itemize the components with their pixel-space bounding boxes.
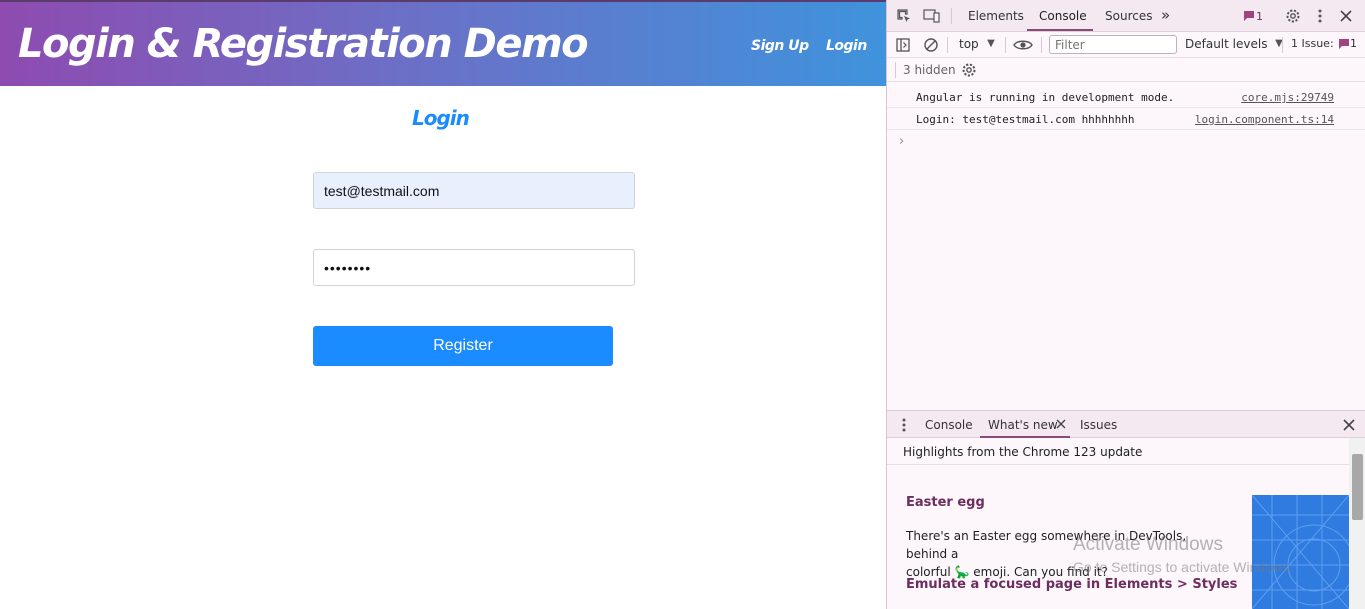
active-tab-indicator bbox=[980, 436, 1070, 438]
drawer-tabbar: Console What's new Issues bbox=[887, 410, 1365, 438]
divider bbox=[887, 464, 1349, 465]
toolbar-separator bbox=[951, 8, 952, 24]
drawer-scrollbar[interactable] bbox=[1349, 438, 1365, 609]
console-source-link[interactable]: core.mjs:29749 bbox=[1241, 91, 1334, 104]
console-message-text: Angular is running in development mode. bbox=[916, 91, 1175, 104]
console-toolbar-row2: 3 hidden bbox=[887, 58, 1365, 82]
console-source-link[interactable]: login.component.ts:14 bbox=[1195, 113, 1334, 126]
live-expression-eye-icon[interactable] bbox=[1013, 37, 1033, 53]
more-tabs-button[interactable]: » bbox=[1161, 6, 1170, 24]
issues-message-icon[interactable] bbox=[1241, 9, 1257, 25]
log-levels-dropdown[interactable]: Default levels bbox=[1185, 37, 1267, 51]
close-tab-icon[interactable] bbox=[1053, 417, 1069, 433]
issues-toolbar-count: 1 bbox=[1350, 37, 1357, 50]
settings-gear-icon[interactable] bbox=[1285, 8, 1301, 24]
console-settings-gear-icon[interactable] bbox=[961, 62, 977, 78]
issues-label[interactable]: 1 Issue: bbox=[1291, 37, 1334, 50]
console-message: Angular is running in development mode. … bbox=[887, 86, 1365, 108]
password-field[interactable] bbox=[313, 249, 635, 286]
nav-login-link[interactable]: Login bbox=[826, 38, 867, 54]
chevron-down-icon: ▼ bbox=[1275, 38, 1283, 49]
active-tab-indicator bbox=[1027, 29, 1093, 31]
chevron-down-icon: ▼ bbox=[987, 38, 995, 49]
filter-input[interactable] bbox=[1049, 35, 1177, 54]
whats-new-illustration bbox=[1252, 495, 1349, 609]
whats-new-section-title[interactable]: Emulate a focused page in Elements > Sty… bbox=[906, 577, 1237, 592]
console-prompt[interactable]: › bbox=[899, 134, 904, 149]
toolbar-separator bbox=[947, 37, 948, 53]
screen: Login & Registration Demo Sign Up Login … bbox=[0, 0, 1365, 609]
hidden-messages-count: 3 hidden bbox=[903, 63, 956, 77]
drawer-tab-console[interactable]: Console bbox=[925, 418, 973, 432]
toolbar-separator bbox=[1041, 37, 1042, 53]
login-heading: Login bbox=[412, 106, 470, 130]
activation-watermark-subtitle: Go to Settings to activate Windows. bbox=[1073, 559, 1294, 575]
console-message-text: Login: test@testmail.com hhhhhhhh bbox=[916, 113, 1135, 126]
toolbar-separator bbox=[895, 62, 896, 78]
devtools-panel: Elements Console Sources » 1 top ▼ Filte… bbox=[886, 0, 1365, 609]
console-message: Login: test@testmail.com hhhhhhhh login.… bbox=[887, 108, 1365, 130]
more-options-icon[interactable] bbox=[1312, 8, 1328, 24]
console-toolbar: top ▼ Default levels ▼ 1 Issue: 1 bbox=[887, 32, 1365, 58]
drawer-tab-whats-new[interactable]: What's new bbox=[988, 418, 1058, 432]
sidebar-toggle-icon[interactable] bbox=[895, 37, 911, 53]
devtools-tabbar: Elements Console Sources » 1 bbox=[887, 0, 1365, 32]
tab-elements[interactable]: Elements bbox=[968, 9, 1024, 23]
app-page: Login & Registration Demo Sign Up Login … bbox=[0, 0, 886, 609]
device-toolbar-icon[interactable] bbox=[923, 8, 940, 24]
nav-signup-link[interactable]: Sign Up bbox=[751, 38, 809, 54]
issues-badge-count: 1 bbox=[1256, 10, 1263, 23]
close-devtools-icon[interactable] bbox=[1338, 8, 1354, 24]
close-drawer-icon[interactable] bbox=[1341, 417, 1357, 433]
toolbar-separator bbox=[1005, 37, 1006, 53]
activation-watermark-title: Activate Windows bbox=[1073, 534, 1223, 555]
toolbar-separator bbox=[1282, 37, 1283, 53]
tab-sources[interactable]: Sources bbox=[1105, 9, 1152, 23]
drawer-tab-issues[interactable]: Issues bbox=[1080, 418, 1117, 432]
clear-console-icon[interactable] bbox=[923, 37, 939, 53]
drawer-menu-icon[interactable] bbox=[896, 417, 912, 433]
whats-new-highlights: Highlights from the Chrome 123 update bbox=[903, 445, 1143, 459]
scrollbar-thumb[interactable] bbox=[1352, 454, 1363, 520]
context-selector[interactable]: top bbox=[959, 37, 979, 51]
tab-console[interactable]: Console bbox=[1039, 9, 1087, 23]
inspect-element-icon[interactable] bbox=[896, 8, 912, 24]
register-button[interactable]: Register bbox=[313, 326, 613, 366]
app-header: Login & Registration Demo Sign Up Login bbox=[0, 0, 886, 86]
email-field[interactable] bbox=[313, 172, 635, 209]
whats-new-section-title: Easter egg bbox=[906, 495, 985, 510]
app-title: Login & Registration Demo bbox=[18, 21, 589, 67]
